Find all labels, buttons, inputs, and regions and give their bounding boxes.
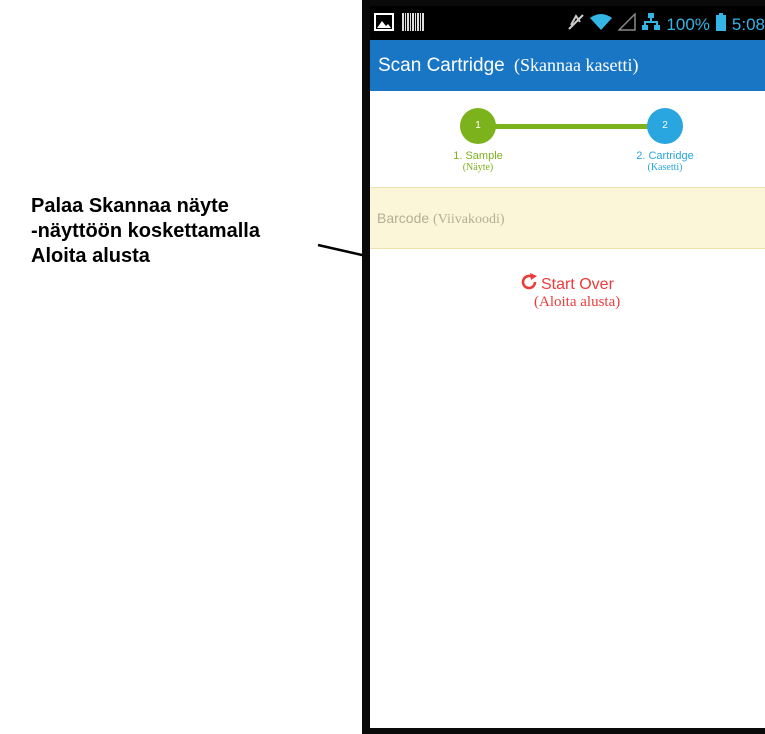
network-icon <box>642 13 661 36</box>
page-title-translation: (Skannaa kasetti) <box>514 55 639 75</box>
start-over-label: Start Over <box>541 275 614 293</box>
step-1-label-text: 1. Sample <box>453 150 503 162</box>
step-2-circle: 2 <box>647 108 683 144</box>
step-1-label-translation: (Näyte) <box>462 162 494 173</box>
battery-icon <box>715 13 726 36</box>
mute-icon <box>568 13 585 36</box>
callout-line-3: Aloita alusta <box>31 245 150 267</box>
barcode-field[interactable]: Barcode (Viivakoodi) <box>370 187 765 249</box>
step-connector <box>478 124 672 129</box>
callout-line-2: -näyttöön koskettamalla <box>31 220 260 242</box>
barcode-placeholder-text: Barcode <box>377 210 430 226</box>
wifi-icon <box>590 13 613 36</box>
page-title: Scan Cartridge (Skannaa kasetti) <box>378 55 638 77</box>
app-bar: Scan Cartridge (Skannaa kasetti) <box>370 40 765 91</box>
progress-stepper: 1 2 1. Sample (Näyte) 2. Cartridge (Kase… <box>370 91 765 187</box>
step-2-label-text: 2. Cartridge <box>636 150 694 162</box>
step-1-circle: 1 <box>460 108 496 144</box>
start-over-button[interactable]: Start Over (Aloita alusta) <box>520 273 620 311</box>
scan-screen: 1 2 1. Sample (Näyte) 2. Cartridge (Kase… <box>370 91 765 728</box>
phone-frame: 100% 5:08 Scan Cartridge (Skannaa kasett… <box>362 0 765 734</box>
start-over-translation: (Aloita alusta) <box>534 294 621 310</box>
callout-line-1: Palaa Skannaa näyte <box>31 195 229 217</box>
page-title-text: Scan Cartridge <box>378 55 505 76</box>
signal-icon <box>617 12 637 36</box>
barcode-placeholder: Barcode (Viivakoodi) <box>377 210 505 228</box>
annotation-callout: Palaa Skannaa näyte -näyttöön koskettama… <box>31 194 331 269</box>
clock: 5:08 <box>731 14 765 34</box>
step-1-label: 1. Sample (Näyte) <box>436 150 520 174</box>
battery-percent: 100% <box>666 14 710 34</box>
refresh-icon <box>520 273 538 296</box>
status-bar: 100% 5:08 <box>370 6 765 40</box>
barcode-placeholder-translation: (Viivakoodi) <box>433 212 505 227</box>
step-2-label-translation: (Kasetti) <box>647 162 683 173</box>
image-icon <box>374 13 394 36</box>
step-2-label: 2. Cartridge (Kasetti) <box>620 150 710 174</box>
barcode-icon <box>402 13 424 36</box>
